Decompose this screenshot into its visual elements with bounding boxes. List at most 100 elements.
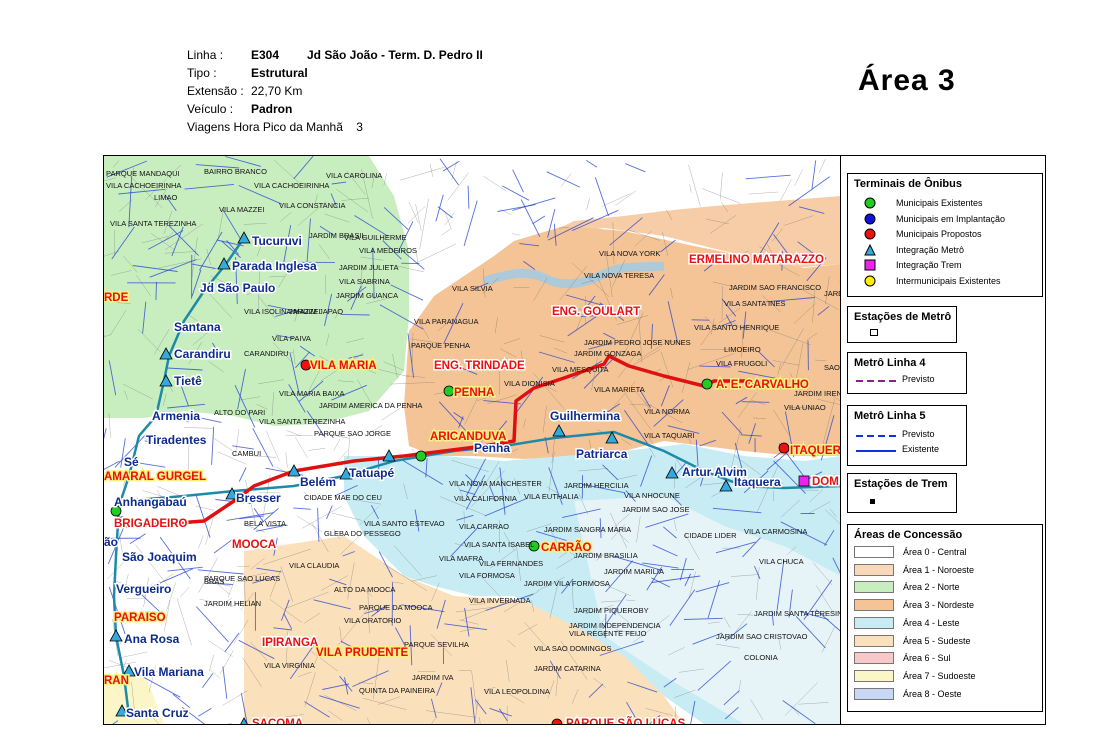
street-segment <box>794 169 803 187</box>
place-label: VILA CACHOEIRINHA <box>254 181 329 190</box>
street-segment <box>745 174 791 180</box>
terminal-marker-icon <box>415 450 427 462</box>
legend-terminal-label: Integração Metrô <box>896 244 965 255</box>
legend-panel: Terminais de Ônibus Municipais Existente… <box>840 155 1046 725</box>
place-label: JARDIM AMERICA DA PENHA <box>319 401 422 410</box>
place-label: VILA MEDEIROS <box>359 246 417 255</box>
street-segment <box>818 158 826 174</box>
place-label: CIDADE MAE DO CEU <box>304 493 382 502</box>
place-label: COLONIA <box>744 653 778 662</box>
circle-marker-icon <box>864 275 876 286</box>
train-station-icon <box>870 499 875 504</box>
street-segment <box>546 171 580 188</box>
route-header: Linha : E304 Jd São João - Term. D. Pedro … <box>187 46 483 136</box>
place-label: JARDIM GUANCA <box>336 291 398 300</box>
area-swatch-icon <box>854 616 894 629</box>
terminal-label: ENG. GOULART <box>552 306 640 318</box>
street-segment <box>126 597 146 600</box>
place-label: VILA NOVA YORK <box>599 249 660 258</box>
place-label: VILA MAZZEI <box>219 205 264 214</box>
circle-marker-icon <box>864 213 876 224</box>
place-label: VILA GUILHERME <box>344 233 407 242</box>
place-label: VILA SAO DOMINGOS <box>534 644 612 653</box>
area-swatch-icon <box>854 669 894 682</box>
street-segment <box>167 566 203 572</box>
street-segment <box>227 722 233 724</box>
street-segment <box>340 313 370 316</box>
street-segment <box>208 640 233 657</box>
place-label: BAIRRO BRANCO <box>204 167 267 176</box>
terminal-label: ENG. TRINDADE <box>434 360 525 372</box>
street-segment <box>198 708 212 717</box>
place-label: CAMBUI <box>232 449 261 458</box>
area-swatch-icon <box>854 634 894 647</box>
veiculo-value: Padron <box>251 102 293 116</box>
place-label: PARQUE MANDAQUI <box>106 169 180 178</box>
metro-station-label: Vila Mariana <box>134 665 204 679</box>
place-label: JARDIM JAPAO <box>289 307 343 316</box>
terminal-label: RAN <box>104 675 129 687</box>
street-segment <box>689 184 692 193</box>
legend-estacoes-metro-title: Estações de Metrô <box>854 311 952 323</box>
map-canvas[interactable]: ERMELINO MATARAZZO ENG. GOULART ENG. TRIND… <box>104 156 841 724</box>
place-label: JARDIM CATARINA <box>534 664 601 673</box>
street-segment <box>415 204 422 231</box>
street-segment <box>702 188 741 204</box>
legend-area-label: Área 7 - Sudoeste <box>903 670 976 681</box>
dashed-line-icon <box>856 435 896 437</box>
map-frame[interactable]: ERMELINO MATARAZZO ENG. GOULART ENG. TRIND… <box>103 155 842 725</box>
street-segment <box>501 185 530 201</box>
place-label: VILA SANTA INES <box>724 299 786 308</box>
legend-estacoes-metro: Estações de Metrô <box>847 306 957 343</box>
place-label: JARDIM IRENE <box>794 389 841 398</box>
street-segment <box>417 243 456 263</box>
terminal-label: SACOMA <box>252 718 303 724</box>
place-label: VILA CHUCA <box>759 557 804 566</box>
area-swatch-icon <box>854 546 894 558</box>
area-swatch-icon <box>854 581 894 594</box>
metro-station-label: Tucuruvi <box>252 234 302 248</box>
place-label: VILA MESQUITA <box>552 365 609 374</box>
terminal-marker-icon <box>443 385 455 397</box>
metro-station-label: Carandiru <box>174 347 231 361</box>
street-segment <box>601 193 631 207</box>
legend-metro-l5-existente: Existente <box>902 444 940 454</box>
place-label: VILA SANTO ESTEVAO <box>364 519 445 528</box>
legend-area-label: Área 3 - Nordeste <box>903 600 975 611</box>
street-segment <box>586 160 598 168</box>
terminal-label: DOM <box>812 476 839 488</box>
place-label: VILA SANTA TEREZINHA <box>259 417 345 426</box>
metro-station-label: Santana <box>174 320 221 334</box>
linha-name: Jd São João - Term. D. Pedro II <box>307 48 483 62</box>
square-marker-icon <box>864 259 876 271</box>
area-swatch-icon <box>854 599 894 612</box>
terminal-label: AMARAL GURGEL <box>104 471 206 483</box>
legend-terminal-label: Intermunicipais Existentes <box>896 275 1001 286</box>
place-label: JARDIM HELIAN <box>204 599 261 608</box>
place-label: VILA CALIFORNIA <box>454 494 517 503</box>
street-segment <box>435 194 444 222</box>
metro-station-label: Guilhermina <box>550 409 620 423</box>
terminal-label: RDE <box>104 292 129 304</box>
linha-label: Linha : <box>187 48 224 62</box>
street-segment <box>780 179 792 201</box>
place-label: JARDIM VILA FORMOSA <box>524 579 610 588</box>
extensao-label: Extensão : <box>187 84 244 98</box>
legend-areas: Áreas de Concessão Área 0 - Central Área … <box>847 524 1043 712</box>
street-segment <box>811 160 817 189</box>
linha-code: E304 <box>251 48 280 62</box>
metro-station-label: Anhangabaú <box>114 495 187 509</box>
place-label: JARDIM BRASILIA <box>574 551 638 560</box>
place-label: GLEBA DO PESSEGO <box>324 529 401 538</box>
place-label: JARDIM PIQUEROBY <box>574 606 649 615</box>
terminal-marker-icon <box>701 378 713 390</box>
place-label: VILA TAQUARI <box>644 431 695 440</box>
legend-terminais: Terminais de Ônibus Municipais Existente… <box>847 173 1043 297</box>
metro-station-icon <box>870 329 878 336</box>
legend-metro-l5: Metrô Linha 5 Previsto Existente <box>847 405 967 466</box>
place-label: VILA PAIVA <box>272 334 311 343</box>
area-title: Área 3 <box>858 64 956 97</box>
place-label: QUINTA DA PAINEIRA <box>359 686 435 695</box>
legend-area-label: Área 8 - Oeste <box>903 688 962 699</box>
tipo-value: Estrutural <box>251 66 308 80</box>
